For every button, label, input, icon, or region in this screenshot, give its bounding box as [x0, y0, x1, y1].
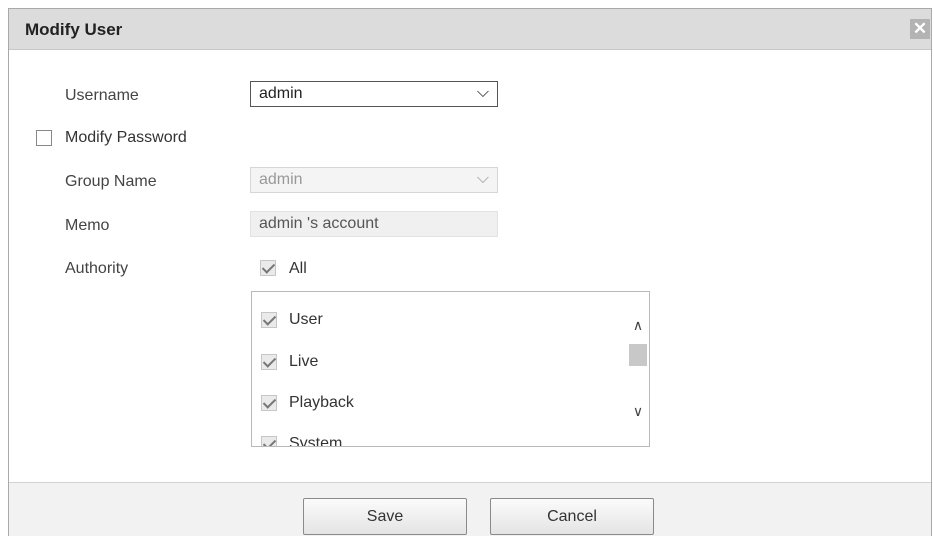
- all-label: All: [289, 260, 307, 277]
- cancel-button[interactable]: Cancel: [490, 498, 654, 535]
- memo-label: Memo: [65, 217, 110, 234]
- modify-password-checkbox[interactable]: [36, 130, 52, 146]
- authority-system-label: System: [289, 435, 343, 447]
- scroll-down-icon[interactable]: ∨: [631, 404, 645, 418]
- chevron-down-icon: ⌵: [476, 170, 489, 187]
- modify-user-dialog: Modify User ✕ Username admin ⌵ Modify Pa…: [8, 8, 932, 536]
- username-label: Username: [65, 87, 139, 104]
- all-checkbox[interactable]: [260, 260, 276, 276]
- dialog-footer: Save Cancel: [9, 482, 931, 536]
- authority-scrollbar[interactable]: ∧ ∨: [627, 292, 649, 446]
- modify-password-label: Modify Password: [65, 129, 187, 146]
- close-icon[interactable]: ✕: [910, 19, 930, 39]
- authority-system-checkbox[interactable]: [261, 436, 277, 446]
- authority-live-label: Live: [289, 353, 319, 370]
- memo-field[interactable]: admin 's account: [250, 211, 498, 237]
- group-name-value: admin: [259, 171, 303, 188]
- save-button[interactable]: Save: [303, 498, 467, 535]
- scroll-up-icon[interactable]: ∧: [631, 318, 645, 332]
- username-select[interactable]: admin ⌵: [250, 81, 498, 107]
- dialog-title: Modify User: [25, 20, 123, 39]
- memo-value: admin 's account: [259, 215, 379, 232]
- scrollbar-thumb[interactable]: [629, 344, 647, 366]
- dialog-titlebar: Modify User ✕: [9, 9, 931, 50]
- authority-label: Authority: [65, 260, 129, 277]
- authority-playback-checkbox[interactable]: [261, 395, 277, 411]
- authority-listbox[interactable]: User Live Playback System ∧ ∨: [251, 291, 650, 447]
- authority-live-checkbox[interactable]: [261, 354, 277, 370]
- group-name-select[interactable]: admin ⌵: [250, 167, 498, 193]
- authority-user-label: User: [289, 311, 323, 328]
- authority-playback-label: Playback: [289, 394, 354, 411]
- authority-user-checkbox[interactable]: [261, 312, 277, 328]
- username-value: admin: [259, 85, 303, 102]
- chevron-down-icon: ⌵: [476, 84, 489, 101]
- group-name-label: Group Name: [65, 173, 157, 190]
